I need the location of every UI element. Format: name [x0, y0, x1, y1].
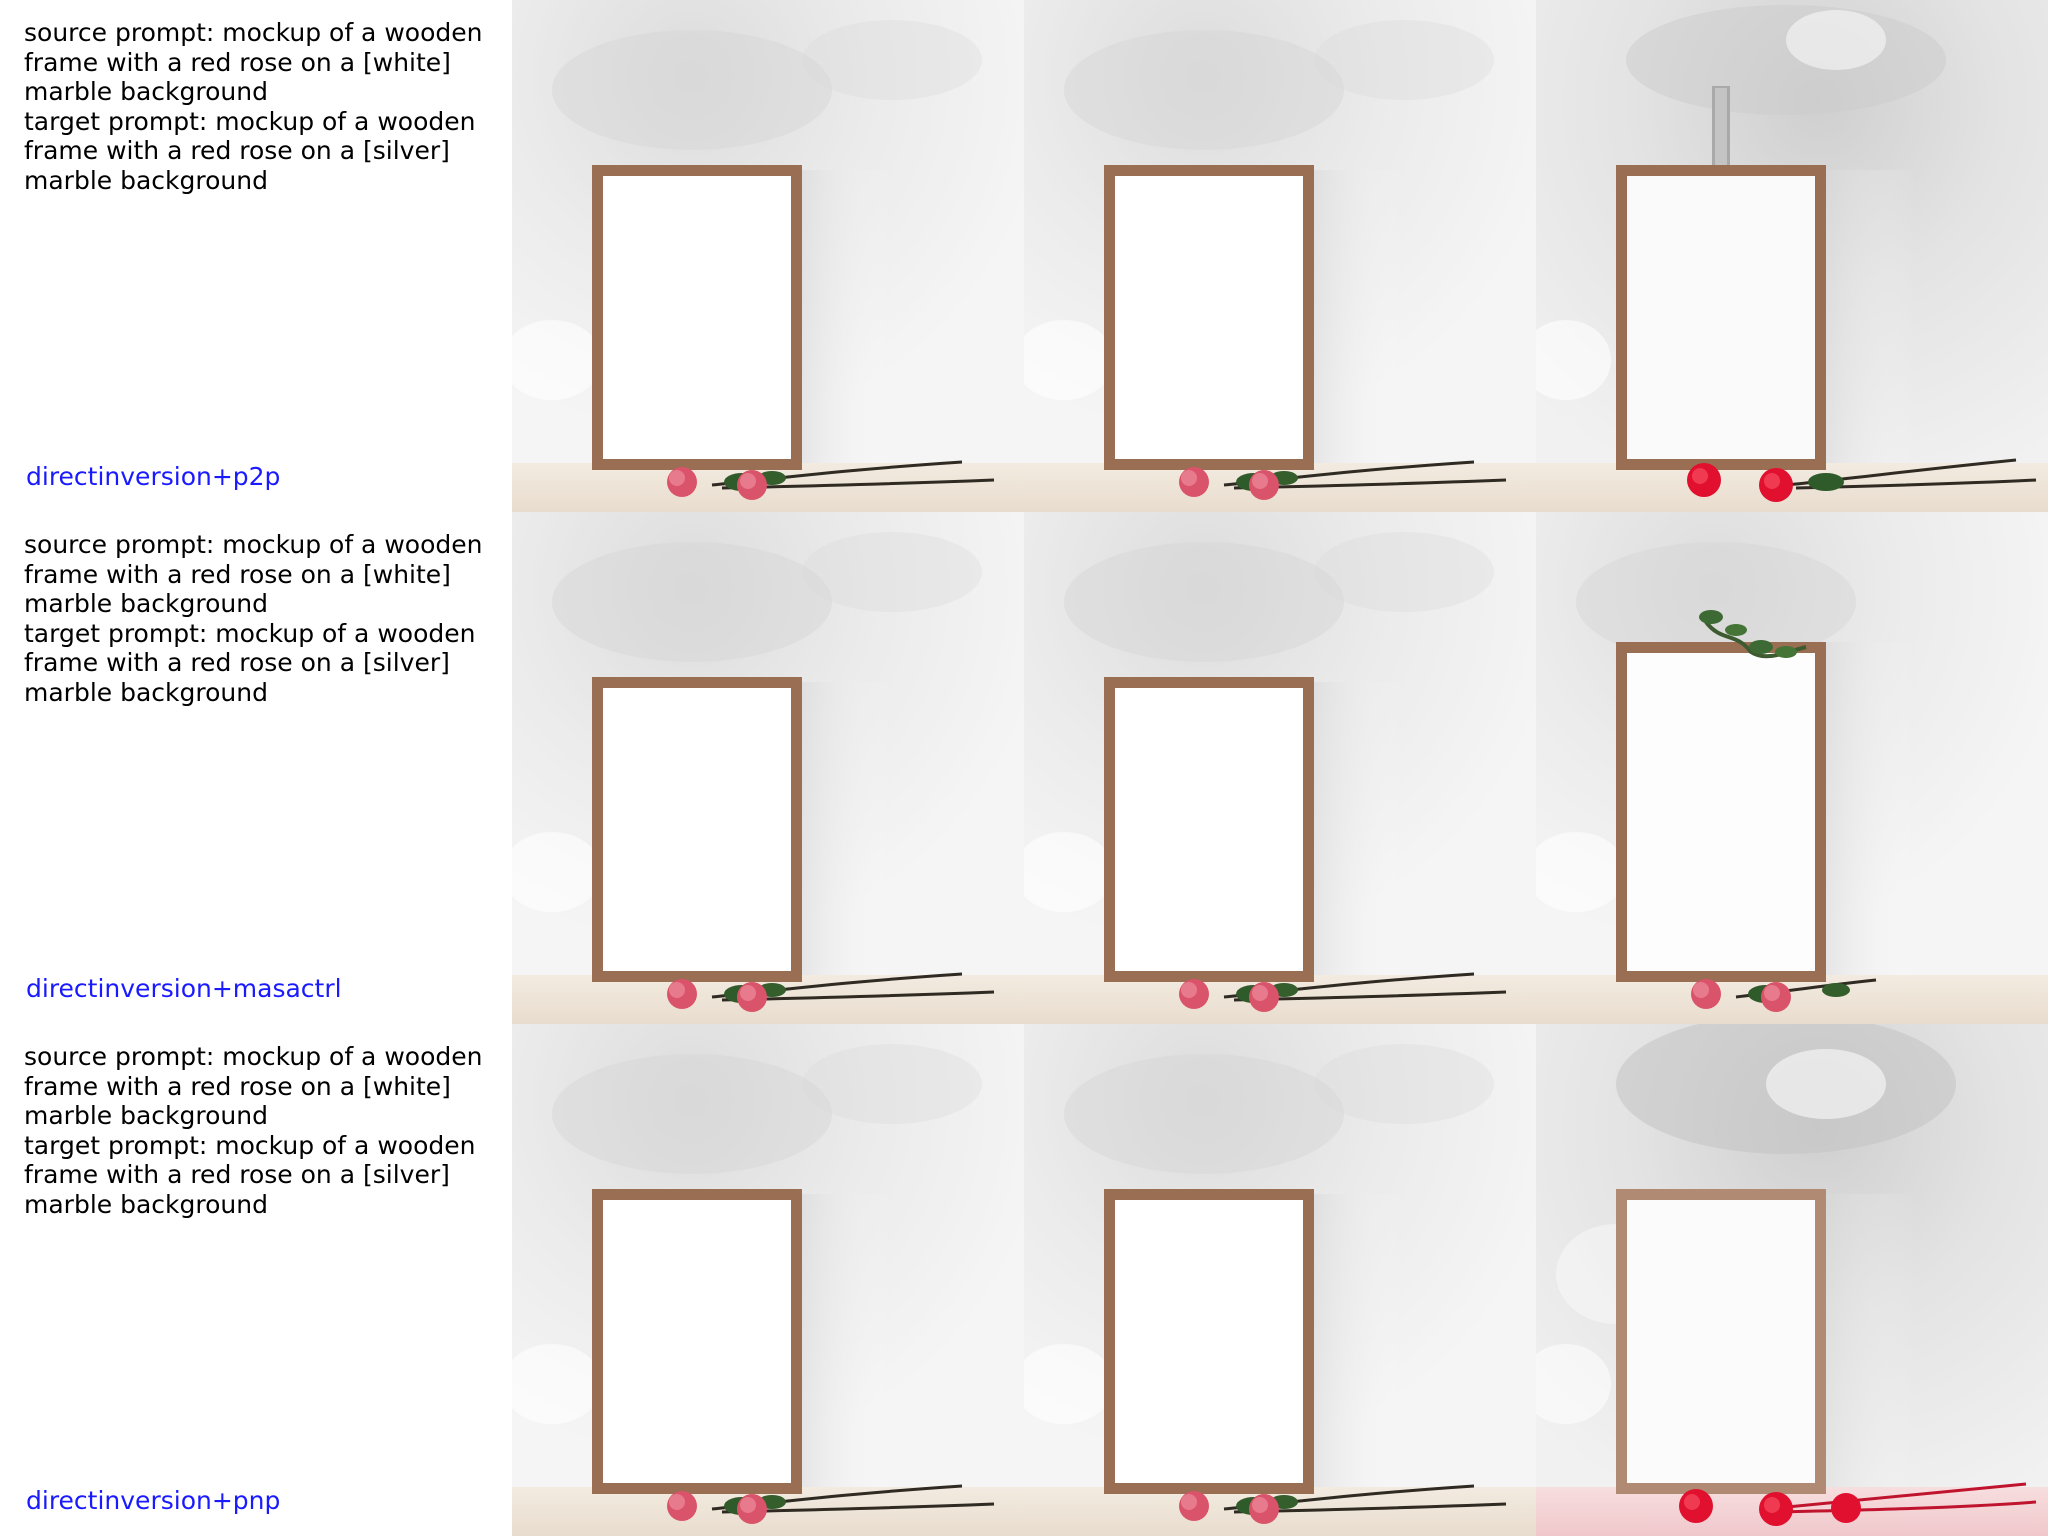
method-label: directinversion+p2p [26, 462, 281, 491]
result-row-p2p: source prompt: mockup of a wooden frame … [0, 0, 2048, 512]
prompt-text: source prompt: mockup of a wooden frame … [24, 1042, 483, 1219]
edited-image [1536, 1024, 2048, 1536]
prompt-label-cell: source prompt: mockup of a wooden frame … [0, 0, 512, 512]
baseline-image [1024, 1024, 1536, 1536]
baseline-image [1024, 0, 1536, 512]
method-label: directinversion+masactrl [26, 974, 342, 1003]
prompt-text: source prompt: mockup of a wooden frame … [24, 18, 483, 195]
edited-image [1536, 512, 2048, 1024]
prompt-label-cell: source prompt: mockup of a wooden frame … [0, 512, 512, 1024]
result-row-pnp: source prompt: mockup of a wooden frame … [0, 1024, 2048, 1536]
source-image [512, 1024, 1024, 1536]
source-image [512, 512, 1024, 1024]
baseline-image [1024, 512, 1536, 1024]
prompt-label-cell: source prompt: mockup of a wooden frame … [0, 1024, 512, 1536]
prompt-text: source prompt: mockup of a wooden frame … [24, 530, 483, 707]
method-label: directinversion+pnp [26, 1486, 281, 1515]
edited-image [1536, 0, 2048, 512]
source-image [512, 0, 1024, 512]
result-row-masactrl: source prompt: mockup of a wooden frame … [0, 512, 2048, 1024]
